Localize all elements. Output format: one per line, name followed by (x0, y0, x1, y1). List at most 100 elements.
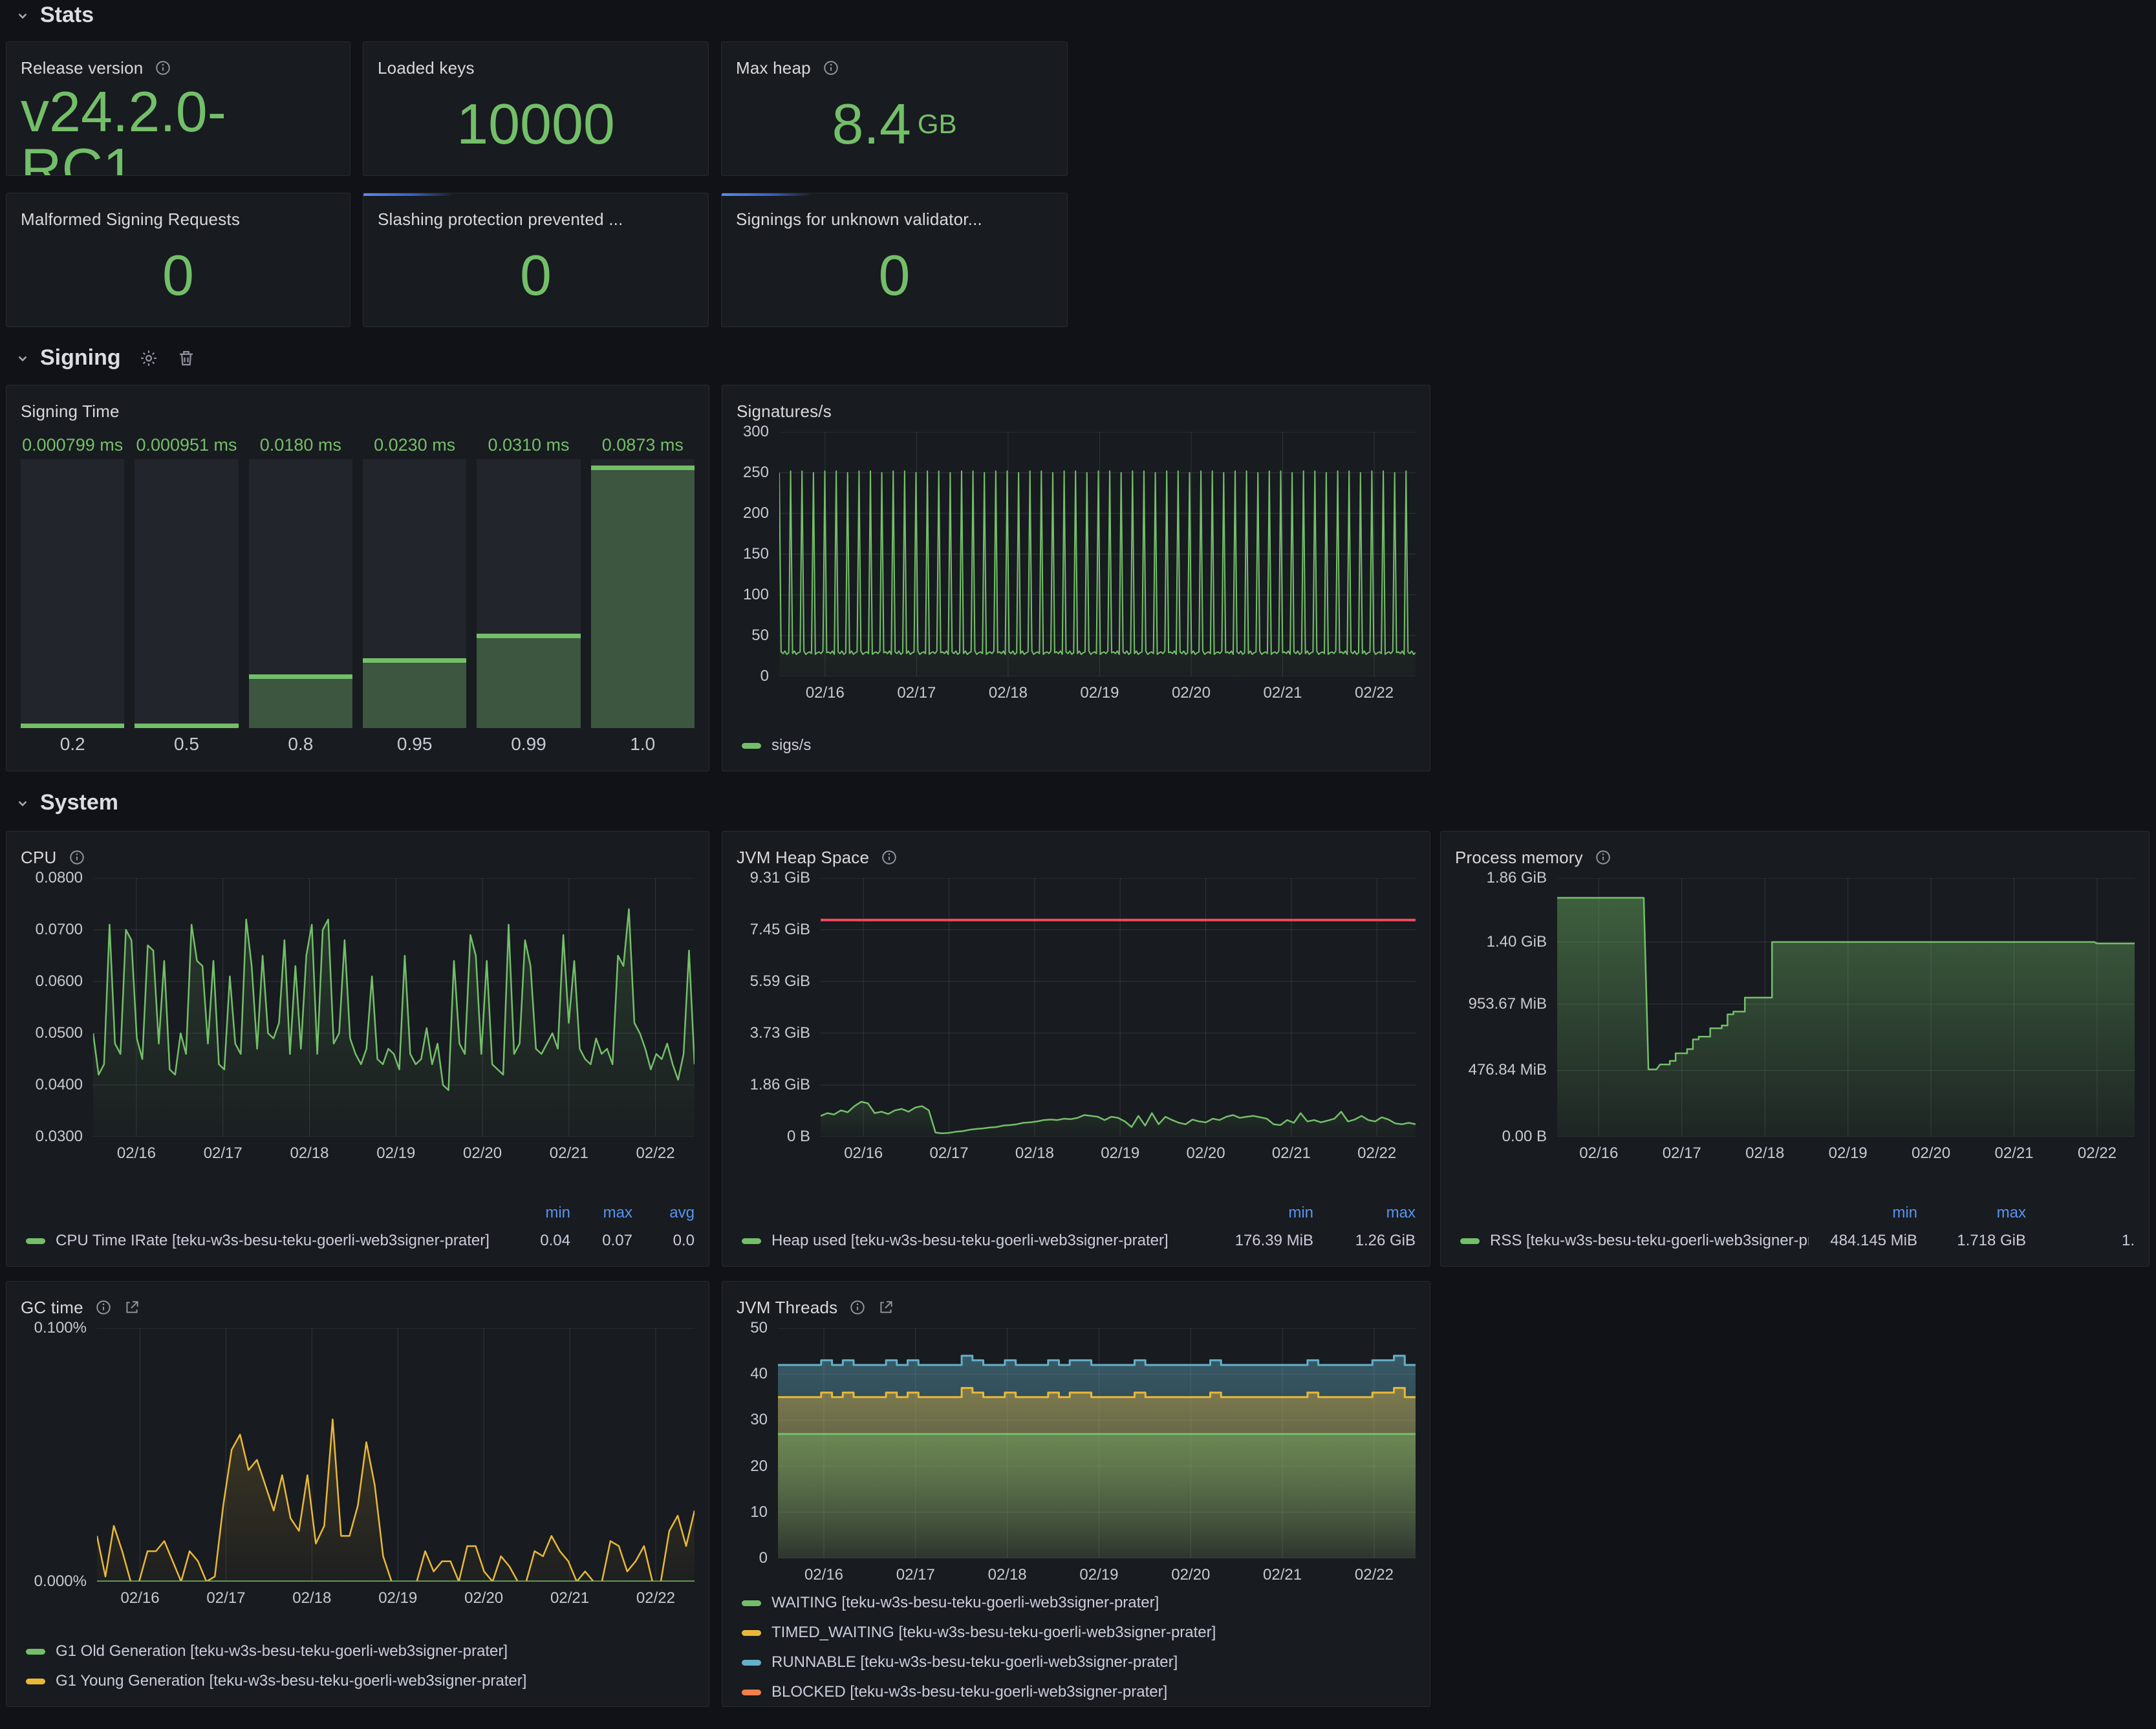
x-axis-tick-label: 02/18 (1726, 1144, 1804, 1163)
x-axis-tick-label: 02/22 (1338, 1144, 1416, 1163)
external-link-icon[interactable] (878, 1299, 894, 1316)
x-axis-tick-label: 02/17 (187, 1589, 264, 1607)
legend-series-swatch[interactable] (742, 1690, 761, 1695)
bar-fill (591, 466, 695, 728)
bar-fill (21, 724, 124, 728)
legend-series-label[interactable]: CPU Time IRate [teku-w3s-besu-teku-goerl… (56, 1232, 508, 1250)
process-memory-chart[interactable] (1557, 878, 2135, 1137)
info-icon[interactable] (69, 849, 85, 866)
section-title: Signing (40, 345, 121, 370)
gear-icon[interactable] (139, 349, 158, 368)
x-axis-tick-label: 02/20 (1167, 1144, 1245, 1163)
legend-item: RSS [teku-w3s-besu-teku-goerli-web3signe… (1455, 1226, 2135, 1256)
legend-series-label[interactable]: G1 Young Generation [teku-w3s-besu-teku-… (56, 1672, 695, 1690)
x-axis-tick-label: 02/19 (1060, 1566, 1137, 1584)
signing-time-bar-gauge[interactable]: 0.000799 ms0.20.000951 ms0.50.0180 ms0.8… (21, 431, 695, 760)
gc-time-chart[interactable] (97, 1328, 695, 1582)
bar-gauge-column: 0.000951 ms0.5 (135, 431, 238, 760)
legend-stat-value: 0.0 (632, 1232, 695, 1250)
panel-title[interactable]: Signing Time (21, 402, 120, 422)
legend-series-swatch[interactable] (26, 1649, 45, 1655)
legend-item: TIMED_WAITING [teku-w3s-besu-teku-goerli… (737, 1618, 1416, 1648)
legend-series-label[interactable]: RSS [teku-w3s-besu-teku-goerli-web3signe… (1490, 1232, 1809, 1250)
legend-series-swatch[interactable] (742, 1630, 761, 1636)
stat-value: 0 (879, 247, 911, 304)
legend-series-swatch[interactable] (742, 1660, 761, 1666)
info-icon[interactable] (155, 59, 171, 76)
x-axis-tick-label: 02/16 (1560, 1144, 1637, 1163)
panel-jvm-heap: JVM Heap Space 0 B1.86 GiB3.73 GiB5.59 G… (722, 831, 1430, 1267)
legend-series-swatch[interactable] (742, 1238, 761, 1244)
legend-header-blank[interactable] (2026, 1204, 2135, 1222)
stat-value: 10000 (457, 96, 615, 153)
x-axis-tick-label: 02/18 (969, 684, 1047, 702)
x-axis-tick-label: 02/19 (357, 1144, 435, 1163)
y-axis-tick-label: 250 (743, 464, 769, 482)
legend-series-label[interactable]: Heap used [teku-w3s-besu-teku-goerli-web… (771, 1232, 1211, 1250)
panel-cpu: CPU 0.03000.04000.05000.06000.07000.0800… (6, 831, 709, 1267)
legend-header-min[interactable]: min (1809, 1204, 1917, 1222)
y-axis-tick-label: 300 (743, 423, 769, 441)
legend-series-label[interactable]: WAITING [teku-w3s-besu-teku-goerli-web3s… (771, 1594, 1416, 1612)
panel-title[interactable]: Signatures/s (737, 402, 832, 422)
panel-title[interactable]: Process memory (1455, 848, 1583, 868)
panel-title[interactable]: Slashing protection prevented ... (378, 209, 623, 230)
legend-series-label[interactable]: TIMED_WAITING [teku-w3s-besu-teku-goerli… (771, 1624, 1416, 1642)
legend-series-swatch[interactable] (1460, 1238, 1480, 1244)
y-axis-tick-label: 0.0800 (36, 869, 83, 887)
section-header-system[interactable]: System (14, 790, 118, 815)
x-axis-tick-label: 02/21 (530, 1144, 608, 1163)
legend-header-max[interactable]: max (1313, 1204, 1416, 1222)
x-axis-tick-label: 02/18 (273, 1589, 350, 1607)
legend-header-max[interactable]: max (570, 1204, 632, 1222)
legend-series-label[interactable]: BLOCKED [teku-w3s-besu-teku-goerli-web3s… (771, 1683, 1416, 1701)
external-link-icon[interactable] (124, 1299, 140, 1316)
legend-series-swatch[interactable] (26, 1238, 45, 1244)
legend-series-swatch[interactable] (742, 743, 761, 749)
panel-title[interactable]: Release version (21, 58, 143, 78)
panel-title[interactable]: Loaded keys (378, 58, 475, 78)
info-icon[interactable] (849, 1299, 866, 1316)
legend-series-label[interactable]: G1 Old Generation [teku-w3s-besu-teku-go… (56, 1642, 695, 1660)
legend-header-min[interactable]: min (508, 1204, 570, 1222)
legend-series-label[interactable]: RUNNABLE [teku-w3s-besu-teku-goerli-web3… (771, 1653, 1416, 1671)
panel-title[interactable]: Signings for unknown validator... (736, 209, 982, 230)
panel-jvm-threads: JVM Threads 01020304050 02/1602/1702/180… (722, 1281, 1430, 1707)
panel-title[interactable]: Max heap (736, 58, 811, 78)
panel-signing-time: Signing Time 0.000799 ms0.20.000951 ms0.… (6, 385, 709, 771)
legend-header-avg[interactable]: avg (632, 1204, 695, 1222)
panel-title[interactable]: JVM Heap Space (737, 848, 869, 868)
y-axis-tick-label: 953.67 MiB (1469, 995, 1547, 1013)
legend-stat-value: 1.718 GiB (1917, 1232, 2026, 1250)
trash-icon[interactable] (177, 349, 196, 368)
info-icon[interactable] (881, 849, 898, 866)
bar-value-label: 0.000951 ms (135, 431, 238, 459)
info-icon[interactable] (95, 1299, 112, 1316)
section-header-stats[interactable]: Stats (14, 3, 94, 28)
legend-stat-value: 484.145 MiB (1809, 1232, 1917, 1250)
legend-header-min[interactable]: min (1211, 1204, 1313, 1222)
jvm-heap-chart[interactable] (821, 878, 1416, 1137)
panel-title[interactable]: Malformed Signing Requests (21, 209, 240, 230)
section-header-signing[interactable]: Signing (14, 345, 196, 370)
panel-title[interactable]: JVM Threads (737, 1298, 837, 1318)
panel-loading-indicator (363, 193, 453, 196)
legend-series-label[interactable]: sigs/s (771, 736, 1416, 755)
panel-title[interactable]: GC time (21, 1298, 83, 1318)
cpu-chart[interactable] (93, 878, 695, 1137)
legend-stat-value: 0.07 (570, 1232, 632, 1250)
info-icon[interactable] (823, 59, 839, 76)
x-axis-tick-label: 02/22 (1335, 1566, 1413, 1584)
info-icon[interactable] (1595, 849, 1612, 866)
jvm-threads-chart[interactable] (778, 1328, 1416, 1558)
bar-gauge-column: 0.0230 ms0.95 (363, 431, 466, 760)
x-axis-tick-label: 02/19 (1061, 684, 1138, 702)
panel-loading-indicator (722, 193, 812, 196)
section-title: System (40, 790, 118, 815)
panel-title[interactable]: CPU (21, 848, 57, 868)
signatures-chart[interactable] (779, 432, 1416, 676)
legend-header-max[interactable]: max (1917, 1204, 2026, 1222)
y-axis-tick-label: 0.100% (34, 1319, 87, 1337)
legend-series-swatch[interactable] (742, 1600, 761, 1606)
legend-series-swatch[interactable] (26, 1679, 45, 1684)
